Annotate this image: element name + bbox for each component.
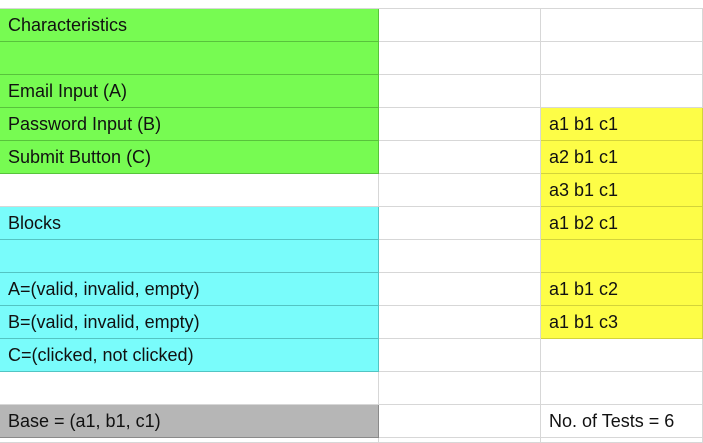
row-9: A=(valid, invalid, empty) a1 b1 c2 — [0, 273, 703, 306]
cell-yellow-blank[interactable] — [541, 240, 703, 273]
spreadsheet-grid: Characteristics Email Input (A) Password… — [0, 0, 703, 443]
row-4: Password Input (B) a1 b1 c1 — [0, 108, 703, 141]
cell-cyan-blank[interactable] — [0, 240, 379, 273]
cell-test-1[interactable]: a1 b1 c1 — [541, 108, 703, 141]
row-12 — [0, 372, 703, 405]
cell-block-b[interactable]: B=(valid, invalid, empty) — [0, 306, 379, 339]
cell-num-tests[interactable]: No. of Tests = 6 — [541, 405, 703, 438]
row-11: C=(clicked, not clicked) — [0, 339, 703, 372]
cell-empty[interactable] — [379, 438, 541, 443]
cell-empty[interactable] — [541, 9, 703, 42]
cell-empty[interactable] — [379, 9, 541, 42]
cell-empty[interactable] — [541, 42, 703, 75]
cell-email-input[interactable]: Email Input (A) — [0, 75, 379, 108]
cell-empty[interactable] — [379, 141, 541, 174]
cell-empty[interactable] — [379, 339, 541, 372]
row-8 — [0, 240, 703, 273]
cell-submit-button[interactable]: Submit Button (C) — [0, 141, 379, 174]
cell-test-3[interactable]: a3 b1 c1 — [541, 174, 703, 207]
cell-empty[interactable] — [0, 372, 379, 405]
row-7: Blocks a1 b2 c1 — [0, 207, 703, 240]
row-2 — [0, 42, 703, 75]
cell-block-c[interactable]: C=(clicked, not clicked) — [0, 339, 379, 372]
cell-test-4[interactable]: a1 b2 c1 — [541, 207, 703, 240]
cell-empty[interactable] — [379, 42, 541, 75]
row-13: Base = (a1, b1, c1) No. of Tests = 6 — [0, 405, 703, 438]
row-5: Submit Button (C) a2 b1 c1 — [0, 141, 703, 174]
cell-empty[interactable] — [379, 372, 541, 405]
row-6: a3 b1 c1 — [0, 174, 703, 207]
cell-empty[interactable] — [0, 174, 379, 207]
row-0-partial — [0, 0, 703, 9]
cell-password-input[interactable]: Password Input (B) — [0, 108, 379, 141]
cell-base[interactable]: Base = (a1, b1, c1) — [0, 405, 379, 438]
row-1: Characteristics — [0, 9, 703, 42]
cell-empty[interactable] — [379, 405, 541, 438]
cell-blocks[interactable]: Blocks — [0, 207, 379, 240]
cell-empty[interactable] — [541, 339, 703, 372]
cell-characteristics[interactable]: Characteristics — [0, 9, 379, 42]
cell-empty[interactable] — [379, 306, 541, 339]
cell-empty[interactable] — [379, 207, 541, 240]
cell-empty[interactable] — [379, 240, 541, 273]
row-14 — [0, 438, 703, 443]
cell-block-a[interactable]: A=(valid, invalid, empty) — [0, 273, 379, 306]
cell-empty[interactable] — [379, 273, 541, 306]
row-3: Email Input (A) — [0, 75, 703, 108]
cell-empty[interactable] — [379, 174, 541, 207]
cell-test-2[interactable]: a2 b1 c1 — [541, 141, 703, 174]
cell-test-6[interactable]: a1 b1 c3 — [541, 306, 703, 339]
cell-empty[interactable] — [0, 438, 379, 443]
cell-empty[interactable] — [379, 108, 541, 141]
cell-empty[interactable] — [541, 438, 703, 443]
row-10: B=(valid, invalid, empty) a1 b1 c3 — [0, 306, 703, 339]
cell-test-5[interactable]: a1 b1 c2 — [541, 273, 703, 306]
cell-empty[interactable] — [379, 75, 541, 108]
cell-green-blank[interactable] — [0, 42, 379, 75]
cell-empty[interactable] — [541, 75, 703, 108]
cell-empty[interactable] — [541, 372, 703, 405]
